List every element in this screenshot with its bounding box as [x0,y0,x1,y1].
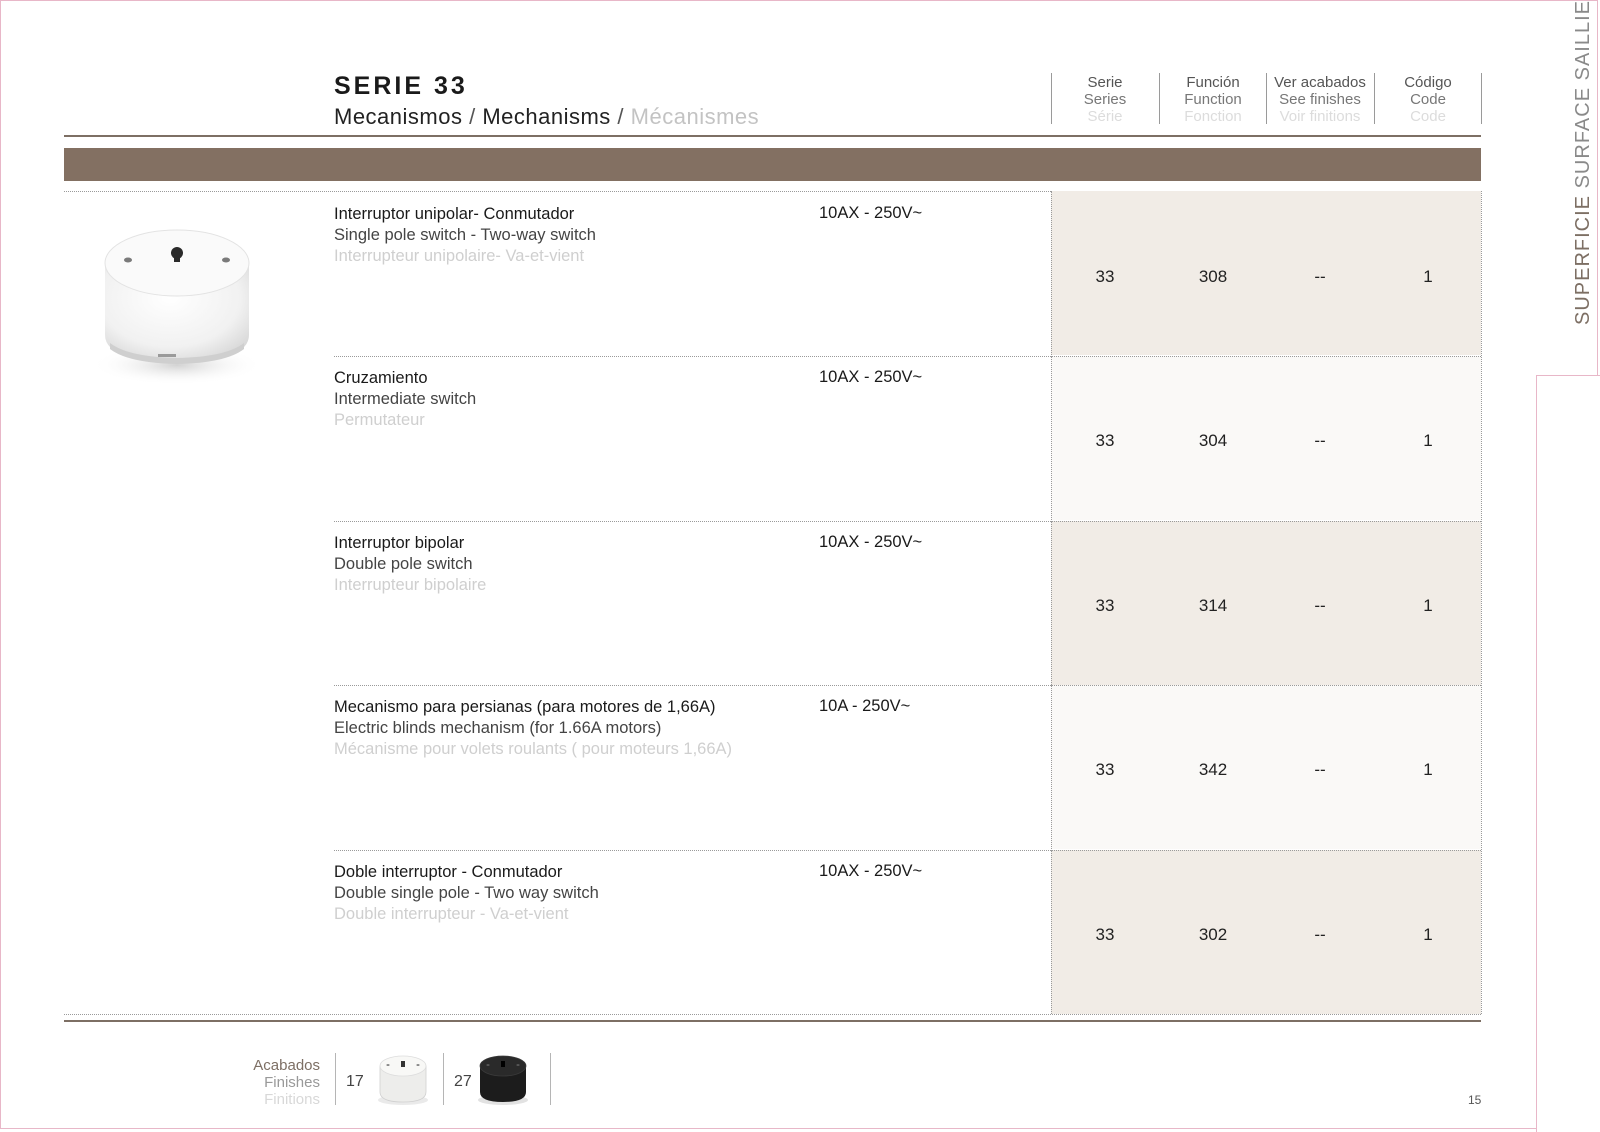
description-en: Intermediate switch [334,390,477,408]
side-label-strong: SUPERFICIE [1572,194,1594,325]
finishes-label-es: Acabados [253,1057,320,1074]
section-side-label: SUPERFICIE SURFACE SAILLIE [1572,0,1595,325]
finish-code: 27 [454,1073,472,1090]
side-label-light: SURFACE SAILLIE [1572,0,1594,189]
column-header-es: Serie [1087,74,1123,91]
description-en: Double pole switch [334,555,473,573]
cell-acabados: -- [1314,925,1326,944]
finish-divider [443,1053,444,1105]
column-header-funcion: Función Function Fonction [1159,74,1267,125]
description-fr: Permutateur [334,411,425,429]
description-es: Cruzamiento [334,369,428,387]
cell-codigo: 1 [1423,267,1433,286]
table-row-description: Interruptor unipolar- Conmutador Single … [334,204,596,267]
subtitle-separator: / [462,104,483,129]
subtitle-separator: / [610,104,631,129]
row-divider [334,850,1481,851]
cell-funcion: 342 [1198,760,1228,779]
column-header-en: Code [1410,91,1446,108]
cell-codigo: 1 [1423,925,1433,944]
table-row-description: Doble interruptor - Conmutador Double si… [334,862,599,925]
description-fr: Interrupteur bipolaire [334,576,487,594]
finishes-label-fr: Finitions [264,1091,320,1108]
cell-serie: 33 [1095,760,1115,779]
cell-codigo: 1 [1423,431,1433,450]
row-divider [334,685,1481,686]
description-es: Interruptor unipolar- Conmutador [334,205,575,223]
finish-swatch-white [378,1055,428,1105]
table-row-description: Mecanismo para persianas (para motores d… [334,697,732,760]
cell-acabados: -- [1314,431,1326,450]
description-fr: Double interrupteur - Va-et-vient [334,905,569,923]
description-en: Electric blinds mechanism (for 1.66A mot… [334,719,662,737]
finish-divider [335,1053,336,1105]
subtitle-fr: Mécanismes [630,104,760,129]
cell-serie: 33 [1095,596,1115,615]
cell-acabados: -- [1314,760,1326,779]
subtitle-en: Mechanisms [482,104,611,129]
finish-divider [550,1053,551,1105]
page-header: SERIE 33 Mecanismos / Mechanisms / Mécan… [334,72,759,130]
description-fr: Interrupteur unipolaire- Va-et-vient [334,247,585,265]
column-header-es: Función [1186,74,1240,91]
description-es: Interruptor bipolar [334,534,465,552]
page-number: 15 [1468,1093,1482,1107]
description-en: Single pole switch - Two-way switch [334,226,596,244]
row-rating: 10AX - 250V~ [819,204,923,222]
page-subtitle: Mecanismos / Mechanisms / Mécanismes [334,104,759,130]
cell-funcion: 302 [1198,925,1228,944]
column-header-fr: Code [1410,108,1446,125]
column-header-fr: Fonction [1184,108,1242,125]
section-band [64,148,1481,181]
row-divider [64,1014,1481,1015]
column-header-es: Código [1404,74,1452,91]
row-rating: 10AX - 250V~ [819,368,923,386]
cell-codigo: 1 [1423,760,1433,779]
description-es: Doble interruptor - Conmutador [334,863,563,881]
cell-funcion: 304 [1198,431,1228,450]
finishes-label: Acabados Finishes Finitions [234,1057,320,1108]
finish-swatch-black [478,1055,528,1105]
header-rule [64,135,1481,137]
cell-serie: 33 [1095,431,1115,450]
cell-funcion: 314 [1198,596,1228,615]
finish-code: 17 [346,1073,364,1090]
row-rating: 10A - 250V~ [819,697,911,715]
footer-rule [64,1020,1481,1022]
cell-acabados: -- [1314,596,1326,615]
row-divider [334,356,1481,357]
row-rating: 10AX - 250V~ [819,533,923,551]
column-header-fr: Série [1087,108,1123,125]
row-divider [334,521,1481,522]
row-rating: 10AX - 250V~ [819,862,923,880]
column-header-en: See finishes [1279,91,1361,108]
cell-codigo: 1 [1423,596,1433,615]
finishes-label-en: Finishes [264,1074,320,1091]
cell-serie: 33 [1095,267,1115,286]
column-header-es: Ver acabados [1274,74,1366,91]
column-header-en: Series [1083,91,1127,108]
column-header-fr: Voir finitions [1279,108,1361,125]
column-header-codigo: Código Code Code [1374,74,1482,125]
page-tab-edge [1536,375,1600,1132]
cell-serie: 33 [1095,925,1115,944]
subtitle-es: Mecanismos [334,104,463,129]
table-row-description: Cruzamiento Intermediate switch Permutat… [334,368,476,431]
description-en: Double single pole - Two way switch [334,884,599,902]
column-header-en: Function [1184,91,1242,108]
description-es: Mecanismo para persianas (para motores d… [334,698,716,716]
page-title: SERIE 33 [334,72,468,100]
column-header-serie: Serie Series Série [1051,74,1159,125]
cell-acabados: -- [1314,267,1326,286]
product-image-switch [91,229,263,385]
table-row-description: Interruptor bipolar Double pole switch I… [334,533,486,596]
cell-funcion: 308 [1198,267,1228,286]
description-fr: Mécanisme pour volets roulants ( pour mo… [334,740,733,758]
column-header-acabados: Ver acabados See finishes Voir finitions [1266,74,1374,125]
